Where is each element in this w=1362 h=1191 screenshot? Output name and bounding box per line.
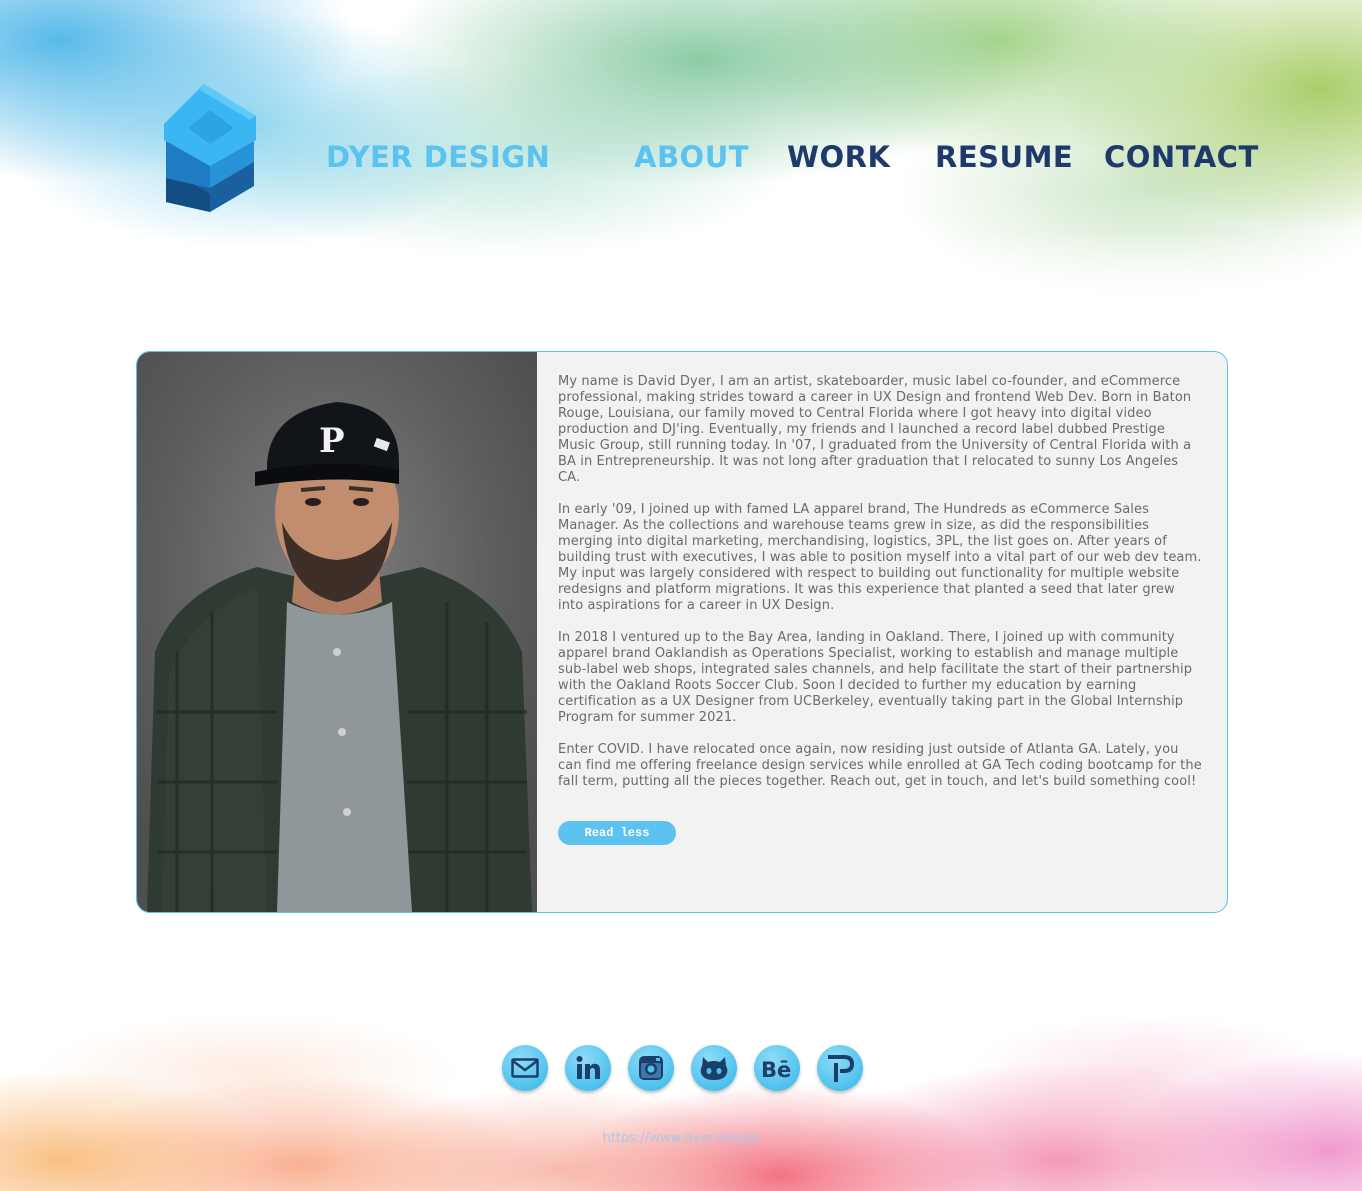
bio-paragraph: In 2018 I ventured up to the Bay Area, l… — [558, 630, 1193, 725]
instagram-icon — [639, 1056, 663, 1080]
social-links: Bē — [500, 1045, 863, 1093]
header-fade — [0, 230, 1362, 330]
linkedin-link[interactable] — [565, 1045, 611, 1091]
behance-link[interactable]: Bē — [754, 1045, 800, 1091]
email-icon — [511, 1058, 539, 1078]
linkedin-icon — [576, 1056, 600, 1079]
email-link[interactable] — [502, 1045, 548, 1091]
profile-photo: P — [137, 352, 537, 912]
portfolio-link[interactable] — [817, 1045, 863, 1091]
site-url[interactable]: https://www.dyer.design — [600, 1131, 762, 1146]
bio-text: My name is David Dyer, I am an artist, s… — [558, 374, 1203, 806]
portrait-illustration: P — [147, 402, 532, 912]
svg-text:P: P — [319, 421, 345, 461]
bio-paragraph: In early '09, I joined up with famed LA … — [558, 502, 1202, 613]
main-nav: ABOUT WORK RESUME CONTACT — [0, 140, 1362, 180]
nav-contact[interactable]: CONTACT — [1104, 140, 1259, 174]
nav-resume[interactable]: RESUME — [935, 140, 1073, 174]
behance-icon: Bē — [761, 1058, 791, 1080]
svg-text:Bē: Bē — [761, 1058, 791, 1080]
read-less-button[interactable]: Read less — [558, 821, 676, 845]
github-link[interactable] — [691, 1045, 737, 1091]
about-card: P My name is David Dyer, I am an artist,… — [136, 351, 1228, 913]
portfolio-p-icon — [828, 1055, 854, 1082]
instagram-link[interactable] — [628, 1045, 674, 1091]
github-icon — [700, 1057, 728, 1080]
nav-about[interactable]: ABOUT — [634, 140, 749, 174]
nav-work[interactable]: WORK — [787, 140, 890, 174]
bio-paragraph: My name is David Dyer, I am an artist, s… — [558, 374, 1192, 485]
bio-paragraph: Enter COVID. I have relocated once again… — [558, 742, 1202, 789]
